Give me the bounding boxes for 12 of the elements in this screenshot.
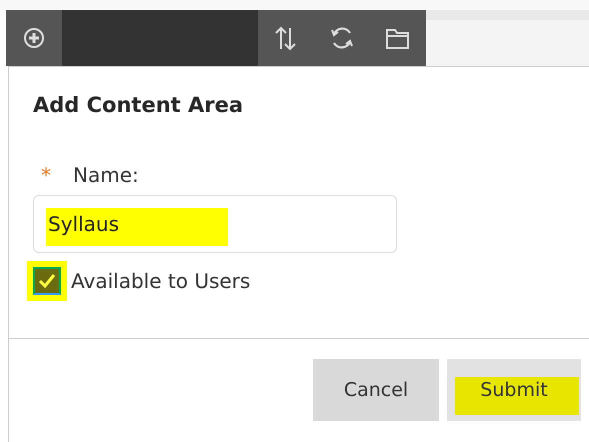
plus-circle-icon xyxy=(23,27,45,49)
dialog-title: Add Content Area xyxy=(33,93,244,117)
required-mark: * xyxy=(41,163,51,187)
cancel-button[interactable]: Cancel xyxy=(313,359,439,421)
name-label: Name: xyxy=(73,163,139,187)
sort-arrows-icon xyxy=(274,25,298,51)
check-icon xyxy=(38,273,56,289)
submit-button[interactable]: Submit xyxy=(447,359,581,421)
available-label: Available to Users xyxy=(71,269,250,293)
folder-icon xyxy=(385,26,411,50)
name-field[interactable]: Syllaus xyxy=(33,195,397,253)
refresh-icon xyxy=(329,25,355,51)
